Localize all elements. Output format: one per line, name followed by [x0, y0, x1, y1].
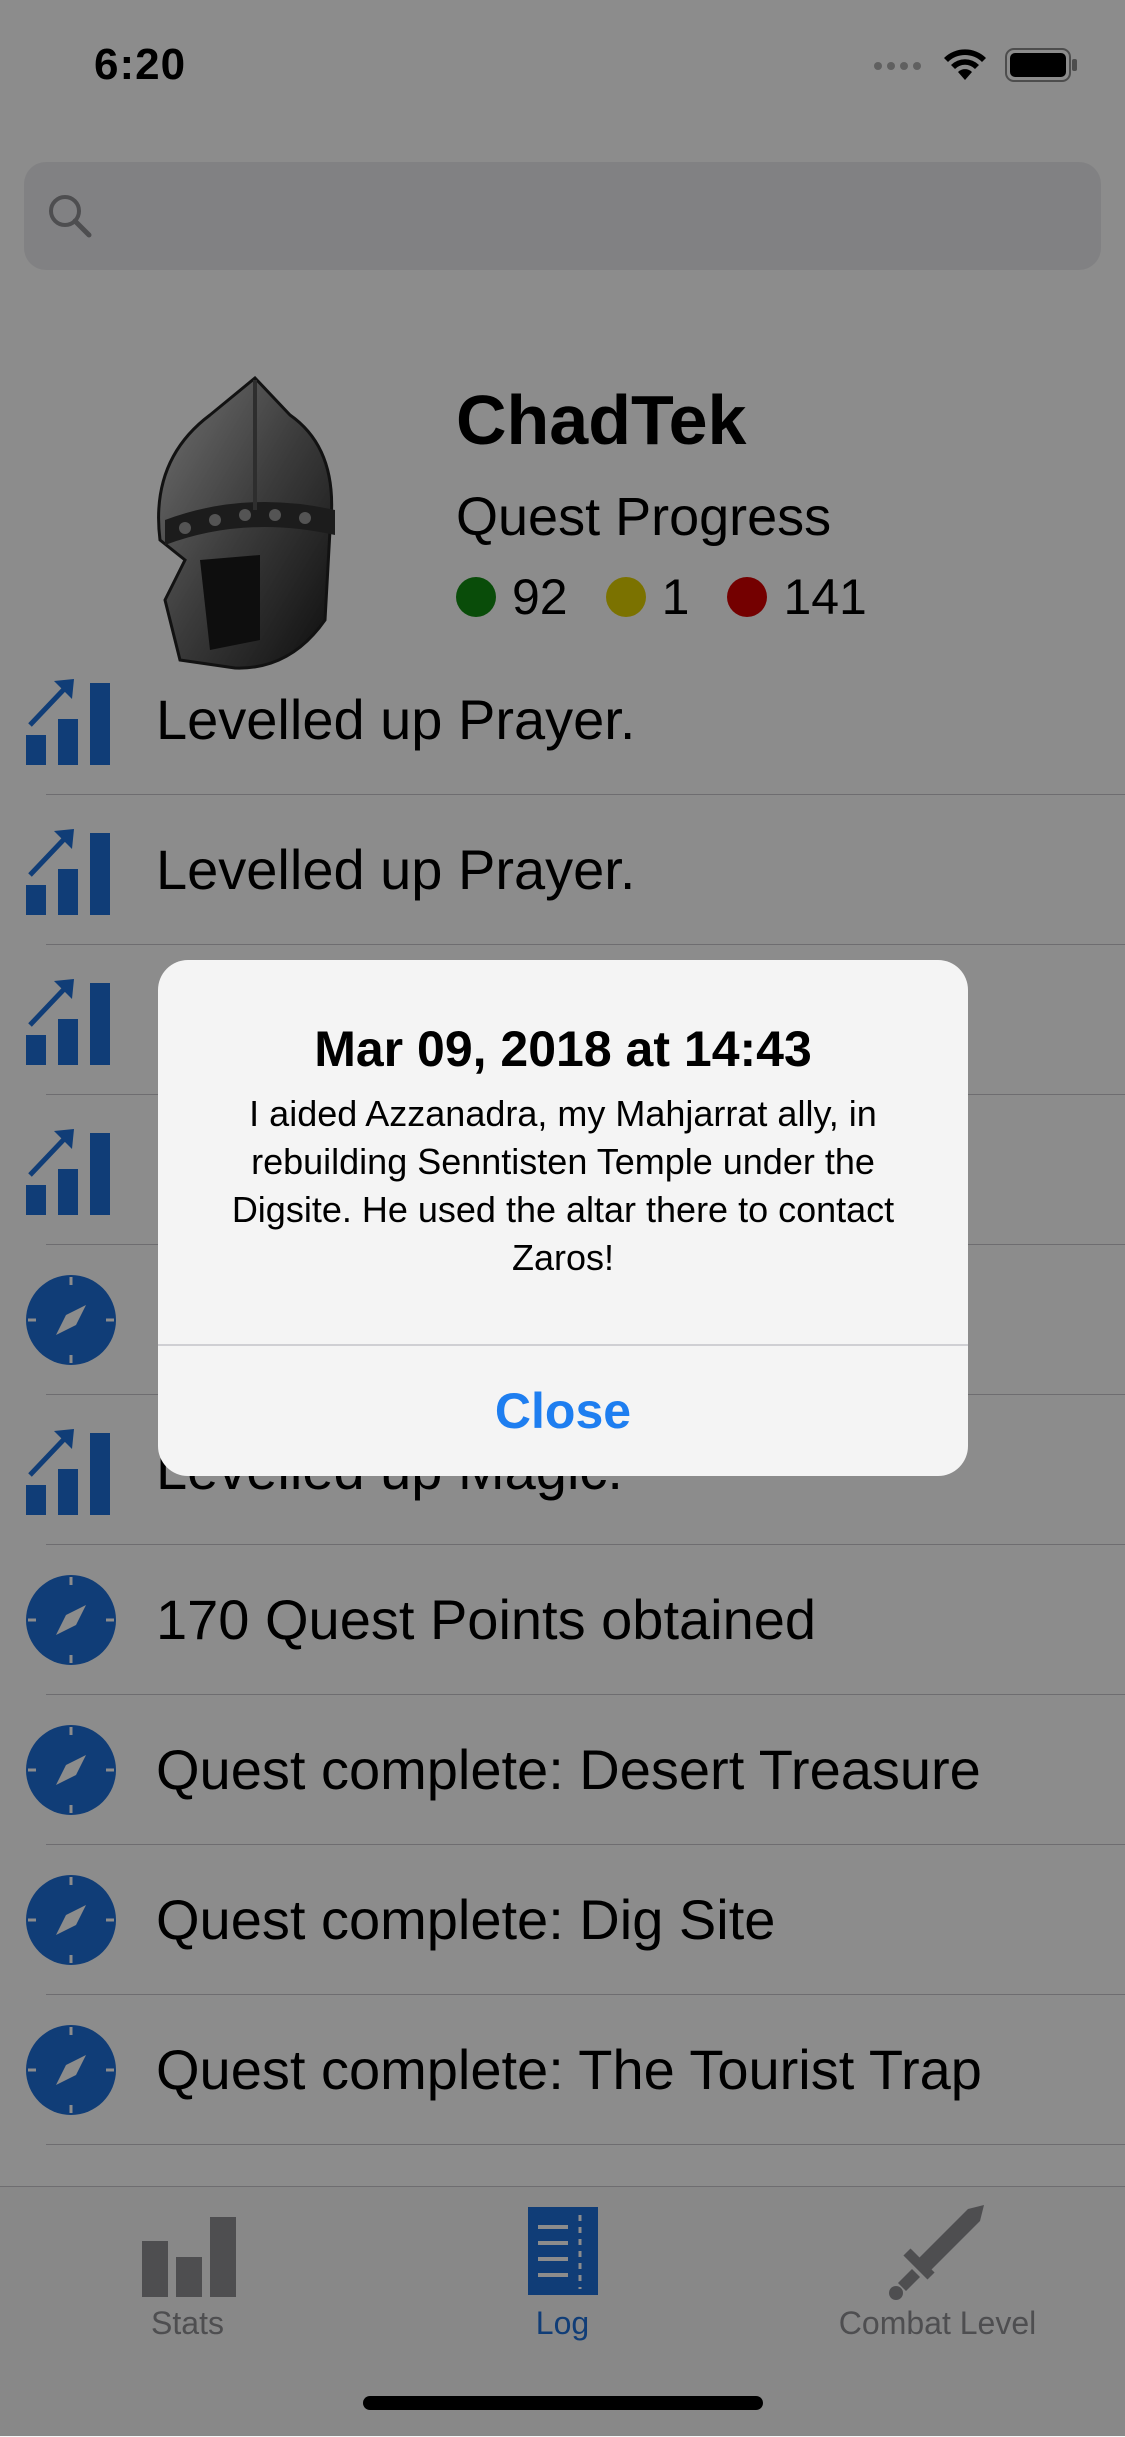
- alert-message: I aided Azzanadra, my Mahjarrat ally, in…: [231, 1093, 895, 1278]
- close-button[interactable]: Close: [158, 1346, 968, 1476]
- home-indicator[interactable]: [363, 2396, 763, 2410]
- alert-title: Mar 09, 2018 at 14:43: [314, 1021, 812, 1077]
- alert-dialog: Mar 09, 2018 at 14:43 I aided Azzanadra,…: [158, 960, 968, 1476]
